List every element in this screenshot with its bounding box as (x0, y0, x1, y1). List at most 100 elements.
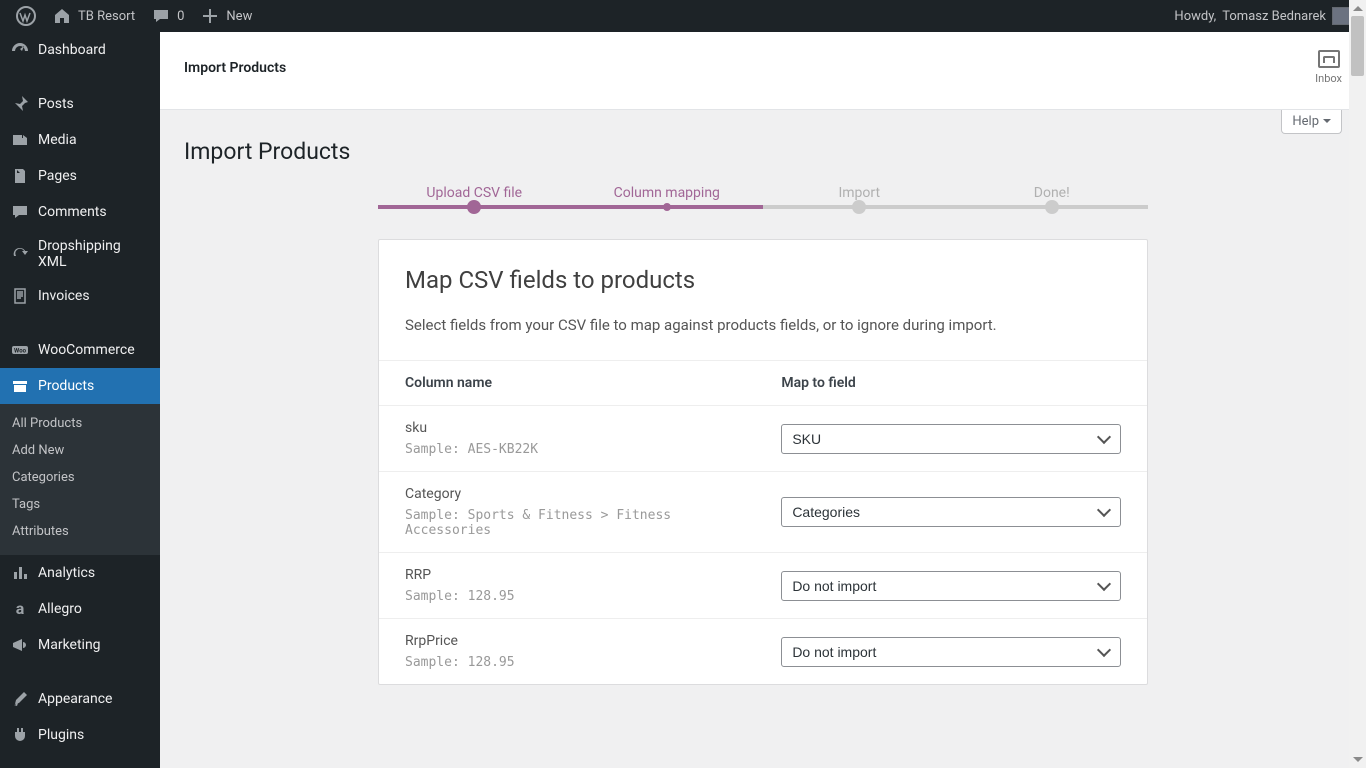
card-description: Select fields from your CSV file to map … (405, 316, 1121, 334)
table-row: RRP Sample: 128.95 Do not import (379, 553, 1147, 619)
plus-icon (200, 6, 220, 26)
sidebar-item-label: Pages (38, 168, 77, 184)
sidebar-item-analytics[interactable]: Analytics (0, 555, 160, 591)
sidebar-item-comments[interactable]: Comments (0, 194, 160, 230)
new-label: New (226, 9, 252, 24)
submenu-categories[interactable]: Categories (0, 464, 160, 491)
sidebar-item-label: Comments (38, 204, 107, 220)
site-link[interactable]: TB Resort (44, 0, 143, 32)
card-heading: Map CSV fields to products (405, 266, 1121, 294)
field-cell: Do not import (755, 619, 1147, 685)
inbox-label: Inbox (1315, 72, 1342, 85)
sidebar: Dashboard Posts Media Pages Comments Dro… (0, 32, 160, 768)
sidebar-item-label: Products (38, 378, 94, 394)
admin-bar: TB Resort 0 New Howdy, Tomasz Bednarek (0, 0, 1366, 32)
field-select[interactable]: SKU (781, 424, 1121, 454)
sidebar-item-products[interactable]: Products (0, 368, 160, 404)
sidebar-item-label: Marketing (38, 637, 101, 653)
wizard: Upload CSV file Column mapping Import Do… (378, 185, 1148, 685)
help-toggle[interactable]: Help (1281, 110, 1342, 134)
sidebar-item-media[interactable]: Media (0, 122, 160, 158)
field-select[interactable]: Do not import (781, 637, 1121, 667)
sidebar-item-dashboard[interactable]: Dashboard (0, 32, 160, 68)
field-cell: Do not import (755, 553, 1147, 619)
column-sample: Sample: AES-KB22K (405, 442, 729, 457)
allegro-icon: a (10, 599, 30, 619)
sidebar-item-dropshipping[interactable]: Dropshipping XML (0, 230, 160, 278)
sidebar-item-label: Appearance (38, 691, 112, 707)
sidebar-item-label: Dashboard (38, 42, 106, 58)
sidebar-item-marketing[interactable]: Marketing (0, 627, 160, 663)
pages-icon (10, 166, 30, 186)
scroll-thumb[interactable] (1351, 16, 1364, 76)
comment-icon (10, 202, 30, 222)
sidebar-item-allegro[interactable]: a Allegro (0, 591, 160, 627)
sidebar-item-plugins[interactable]: Plugins (0, 717, 160, 753)
field-cell: Categories (755, 472, 1147, 553)
th-column-name: Column name (379, 361, 755, 406)
wizard-step-import: Import (763, 185, 956, 201)
sidebar-item-label: Posts (38, 96, 74, 112)
plug-icon (10, 725, 30, 745)
dashboard-icon (10, 40, 30, 60)
column-sample: Sample: 128.95 (405, 655, 729, 670)
wizard-step-upload: Upload CSV file (378, 185, 571, 201)
archive-icon (10, 376, 30, 396)
field-select[interactable]: Categories (781, 497, 1121, 527)
column-name: RRP (405, 567, 729, 583)
wizard-dot-3 (763, 205, 956, 209)
column-cell: sku Sample: AES-KB22K (379, 406, 755, 472)
refresh-icon (10, 244, 30, 264)
column-cell: RrpPrice Sample: 128.95 (379, 619, 755, 685)
comment-icon (151, 6, 171, 26)
sidebar-item-appearance[interactable]: Appearance (0, 681, 160, 717)
table-row: sku Sample: AES-KB22K SKU (379, 406, 1147, 472)
scroll-up-icon[interactable] (1349, 0, 1366, 16)
chart-icon (10, 563, 30, 583)
mapping-card: Map CSV fields to products Select fields… (378, 239, 1148, 685)
sidebar-item-label: Analytics (38, 565, 95, 581)
sidebar-item-woocommerce[interactable]: Woo WooCommerce (0, 332, 160, 368)
sidebar-item-invoices[interactable]: Invoices (0, 278, 160, 314)
scroll-down-icon[interactable] (1349, 752, 1366, 768)
user-name: Tomasz Bednarek (1222, 9, 1326, 24)
wp-logo[interactable] (8, 0, 44, 32)
column-name: RrpPrice (405, 633, 729, 649)
sidebar-item-label: Plugins (38, 727, 84, 743)
field-select[interactable]: Do not import (781, 571, 1121, 601)
column-name: Category (405, 486, 729, 502)
account-link[interactable]: Howdy, Tomasz Bednarek (1166, 0, 1358, 32)
howdy-prefix: Howdy, (1174, 9, 1216, 24)
new-link[interactable]: New (192, 0, 260, 32)
sidebar-item-pages[interactable]: Pages (0, 158, 160, 194)
sidebar-item-label: Allegro (38, 601, 82, 617)
inbox-button[interactable]: Inbox (1315, 50, 1342, 85)
main: Import Products Inbox Help Import Produc… (160, 32, 1366, 768)
submenu-add-new[interactable]: Add New (0, 437, 160, 464)
th-map-field: Map to field (755, 361, 1147, 406)
sidebar-item-label: Invoices (38, 288, 90, 304)
chevron-down-icon (1323, 119, 1331, 127)
megaphone-icon (10, 635, 30, 655)
submenu-tags[interactable]: Tags (0, 491, 160, 518)
scrollbar[interactable] (1349, 0, 1366, 768)
submenu-all-products[interactable]: All Products (0, 410, 160, 437)
woo-icon: Woo (10, 340, 30, 360)
page-title: Import Products (184, 138, 1342, 165)
column-sample: Sample: 128.95 (405, 589, 729, 604)
field-select-wrap: SKU (781, 424, 1121, 454)
wizard-dot-4 (956, 205, 1149, 209)
brush-icon (10, 689, 30, 709)
column-cell: CategorySample: Sports & Fitness > Fitne… (379, 472, 755, 553)
media-icon (10, 130, 30, 150)
sidebar-item-posts[interactable]: Posts (0, 86, 160, 122)
svg-text:Woo: Woo (14, 348, 27, 355)
comment-count: 0 (177, 9, 184, 24)
site-name: TB Resort (78, 9, 135, 24)
column-name: sku (405, 420, 729, 436)
wizard-step-mapping: Column mapping (571, 185, 764, 201)
invoice-icon (10, 286, 30, 306)
comments-link[interactable]: 0 (143, 0, 192, 32)
table-row: RrpPrice Sample: 128.95 Do not import (379, 619, 1147, 685)
submenu-attributes[interactable]: Attributes (0, 518, 160, 545)
